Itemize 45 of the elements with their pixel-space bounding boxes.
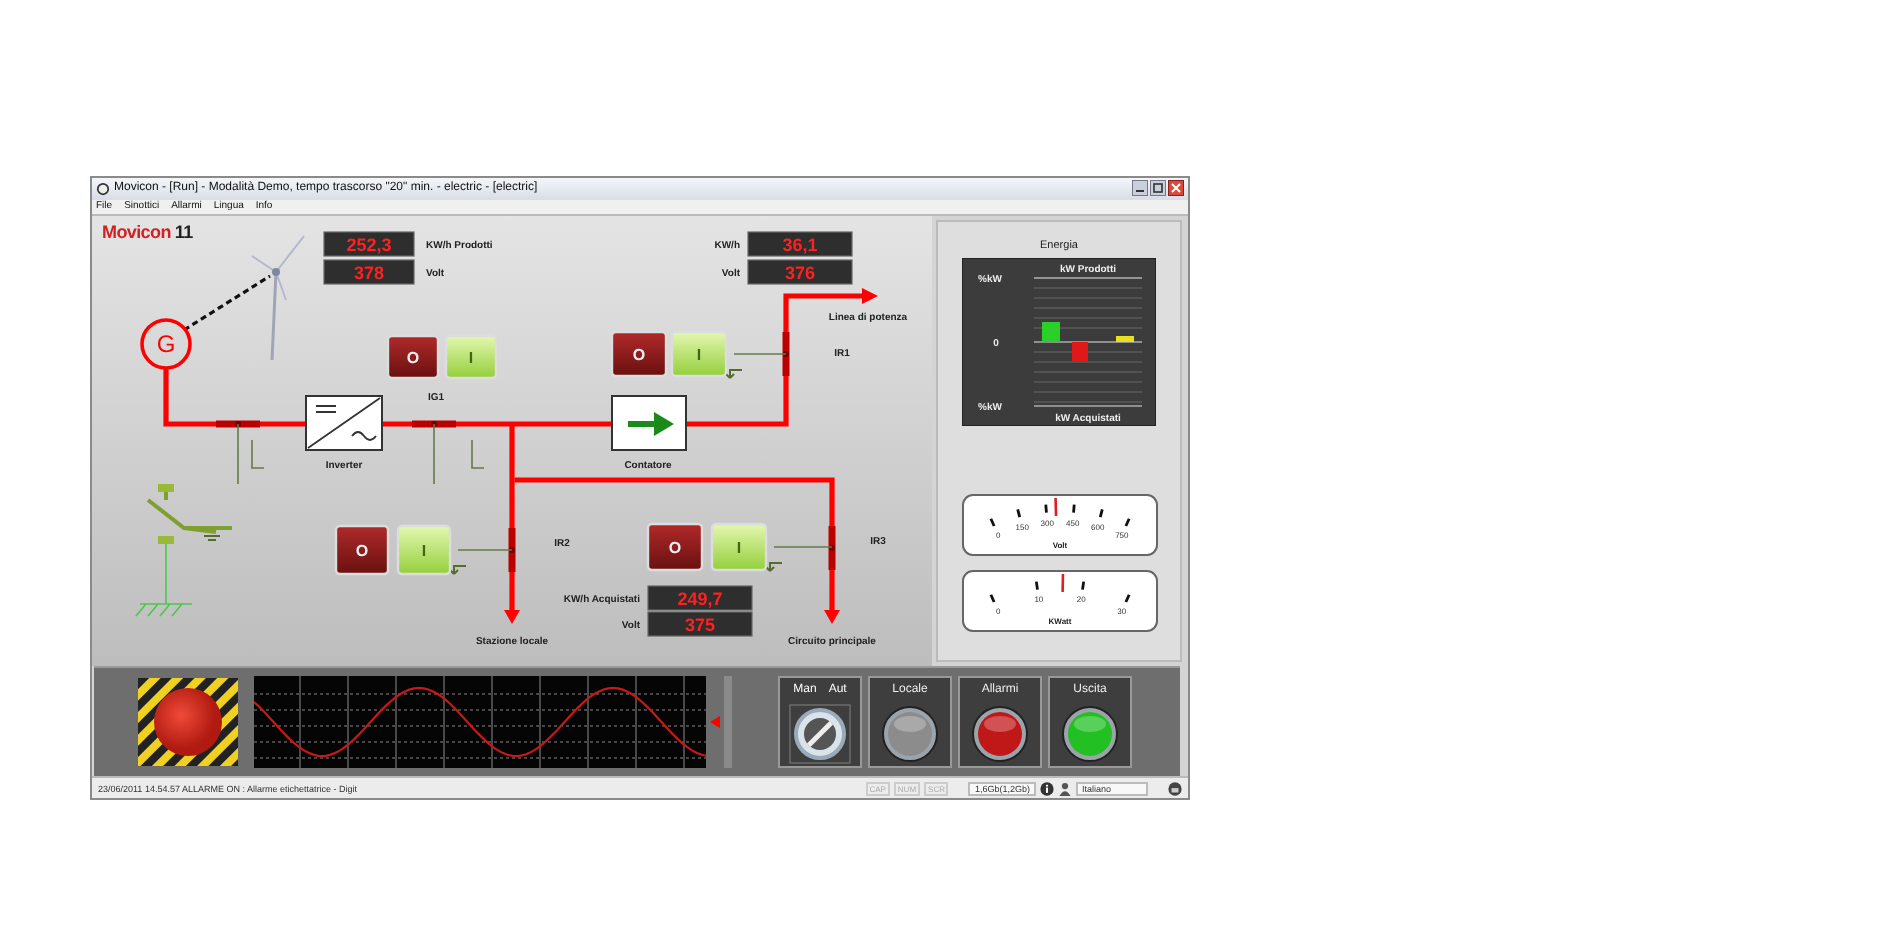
on-switch-button[interactable]: I <box>710 523 768 572</box>
digital-readout: 249,7 <box>647 586 753 612</box>
indicator-lamp <box>968 704 1032 765</box>
wind-turbine-drawing <box>251 235 305 361</box>
digital-readout: 252,3 <box>323 232 415 258</box>
emergency-stop-button[interactable] <box>138 678 238 767</box>
on-switch-button[interactable]: I <box>670 331 728 378</box>
breaker-symbol <box>412 421 485 486</box>
breaker-symbol <box>508 528 516 573</box>
return-arrow-icon <box>725 369 743 380</box>
generator-symbol: G <box>140 318 192 371</box>
control-link-line <box>733 353 787 356</box>
ground-switch-drawing <box>135 484 234 618</box>
on-switch-button[interactable]: I <box>396 525 452 576</box>
breaker-symbol <box>828 526 836 571</box>
control-link-line <box>773 546 833 549</box>
indicator-lamp <box>1058 704 1122 765</box>
digital-readout: 376 <box>747 260 853 286</box>
contactor-symbol <box>611 395 687 452</box>
on-switch-button[interactable]: I <box>444 335 498 380</box>
breaker-symbol <box>782 332 790 377</box>
return-arrow-icon <box>765 562 783 573</box>
app-icon <box>96 181 110 196</box>
off-switch-button[interactable]: O <box>386 335 440 380</box>
breaker-symbol <box>216 421 265 486</box>
logo-text: Movicon 11 <box>102 222 193 243</box>
close-button[interactable] <box>1168 180 1184 197</box>
off-switch-button[interactable]: O <box>610 331 668 378</box>
selector-switch[interactable] <box>788 704 852 765</box>
restore-button[interactable] <box>1150 180 1166 197</box>
user-icon[interactable] <box>1058 781 1072 796</box>
digital-readout: 378 <box>323 260 415 286</box>
off-switch-button[interactable]: O <box>334 525 390 576</box>
digital-readout: 375 <box>647 612 753 638</box>
off-switch-button[interactable]: O <box>646 523 704 572</box>
return-arrow-icon <box>449 565 467 576</box>
indicator-lamp <box>878 704 942 765</box>
digital-readout: 36,1 <box>747 232 853 258</box>
marker-icon <box>710 716 720 729</box>
minimize-button[interactable] <box>1132 180 1148 197</box>
energy-bars-drawing <box>1042 322 1134 363</box>
control-link-line <box>457 549 513 552</box>
info-icon[interactable] <box>1040 781 1054 796</box>
dashed-link-line <box>183 275 271 332</box>
inverter-symbol <box>305 395 383 452</box>
